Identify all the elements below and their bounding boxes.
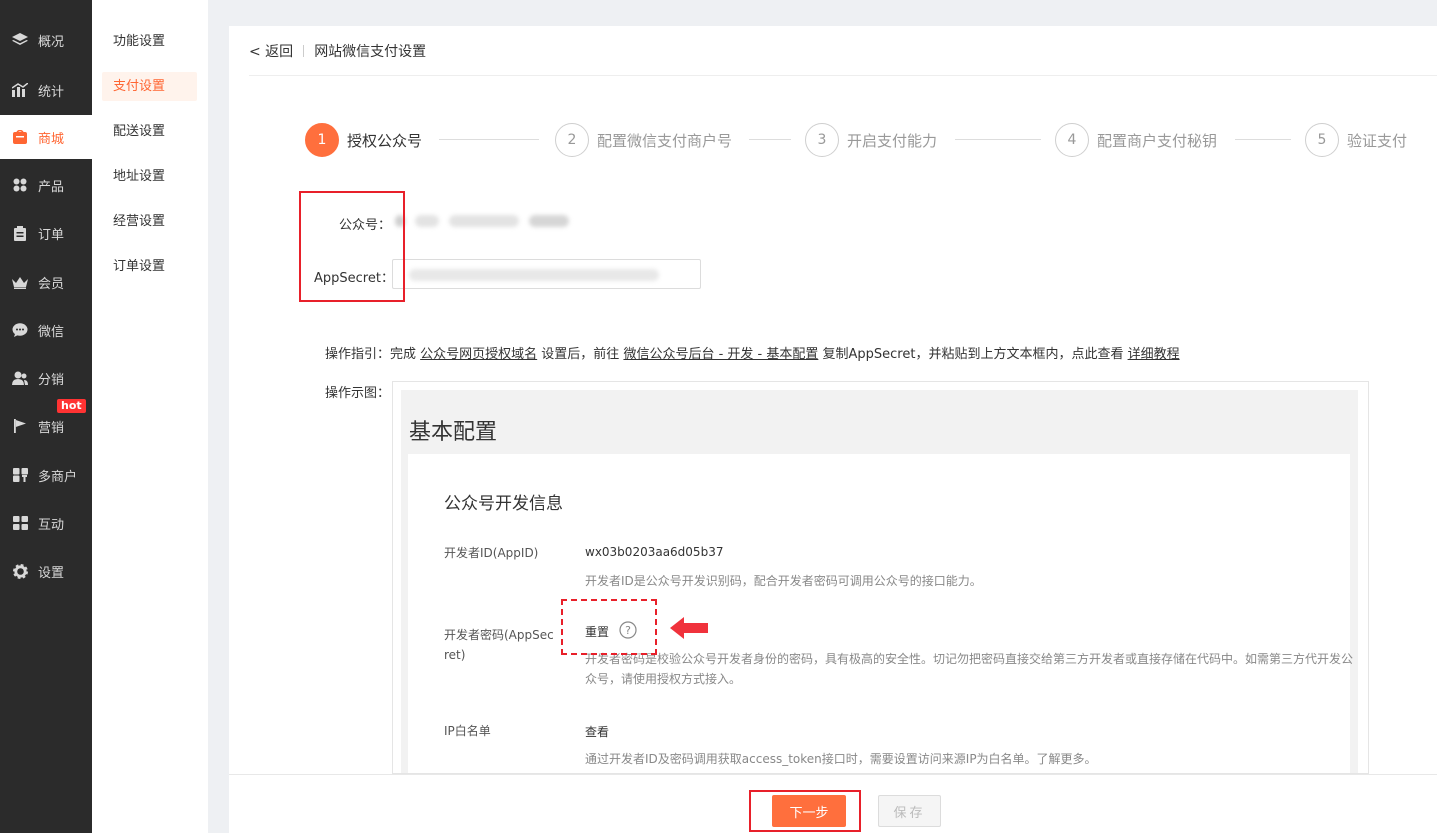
tutorial-link[interactable]: 详细教程 [1128,347,1180,362]
nav-item-label: 产品 [38,179,65,195]
subnav-item-payment[interactable]: 支付设置 [102,72,197,101]
step-progress: 1 授权公众号 2 配置微信支付商户号 3 开启支付能力 4 配置商户支付秘钥 … [305,123,1415,157]
users-icon [12,370,28,386]
step-1: 1 授权公众号 [305,123,422,157]
nav-item-label: 设置 [38,565,65,581]
appid-value: wx03b0203aa6d05b37 [585,545,724,559]
appsecret-row-label: 开发者密码(AppSec ret) [444,628,554,662]
nav-item-label: 多商户 [38,469,78,485]
appid-desc: 开发者ID是公众号开发识别码，配合开发者密码可调用公众号的接口能力。 [585,574,982,588]
nav-item-label: 概况 [38,34,65,50]
breadcrumb: < 返回 网站微信支付设置 [249,26,1437,76]
arrow-left-icon [670,617,710,643]
example-title: 基本配置 [409,420,498,445]
step-2: 2 配置微信支付商户号 [555,123,732,157]
primary-sidebar: 概况 统计 商城 产品 订单 会员 微信 分销 营销 hot 多商户 互动 设置 [0,0,92,833]
guide-text: 设置后，前往 [537,347,624,362]
ip-whitelist-value: 查看 [585,725,610,739]
appsecret-input[interactable] [392,259,701,289]
back-link[interactable]: < 返回 [249,41,293,61]
shop-icon [12,129,28,145]
example-card-title: 公众号开发信息 [444,494,563,514]
nav-item-members[interactable]: 会员 [0,260,92,304]
nav-item-mall[interactable]: 商城 [0,115,92,159]
step-label: 验证支付 [1347,131,1408,150]
step-number: 5 [1305,123,1339,157]
step-4: 4 配置商户支付秘钥 [1055,123,1217,157]
nav-item-label: 商城 [38,131,65,147]
ip-whitelist-label: IP白名单 [444,724,491,738]
step-label: 授权公众号 [347,131,423,150]
layers-icon [12,32,28,48]
nav-item-label: 微信 [38,324,65,340]
subnav-item-function[interactable]: 功能设置 [102,27,197,56]
step-number: 4 [1055,123,1089,157]
guide-label: 操作指引： [325,347,391,362]
step-label: 开启支付能力 [847,131,938,150]
step-connector [439,139,539,140]
example-label: 操作示图： [325,386,391,401]
ip-whitelist-desc: 通过开发者ID及密码调用获取access_token接口时，需要设置访问来源IP… [585,752,1097,766]
step-number: 2 [555,123,589,157]
step-label: 配置商户支付秘钥 [1097,131,1218,150]
clipboard-icon [12,225,28,241]
nav-item-distribution[interactable]: 分销 [0,356,92,400]
hot-badge: hot [57,399,86,413]
grid-icon [12,177,28,193]
flag-icon [12,418,28,434]
guide-text: 复制AppSecret，并粘贴到上方文本框内，点此查看 [818,347,1128,362]
step-number: 3 [805,123,839,157]
nav-item-overview[interactable]: 概况 [0,18,92,62]
subnav-item-business[interactable]: 经营设置 [102,207,197,236]
appsecret-value-blurred [409,269,659,281]
step-number: 1 [305,123,339,157]
crown-icon [12,274,28,290]
next-step-button[interactable]: 下一步 [772,795,846,827]
example-image: 基本配置 公众号开发信息 开发者ID(AppID) wx03b0203aa6d0… [392,381,1369,774]
account-value-blurred [395,208,595,234]
nav-item-settings[interactable]: 设置 [0,549,92,593]
nav-item-interaction[interactable]: 互动 [0,501,92,545]
step-5: 5 验证支付 [1305,123,1407,157]
step-3: 3 开启支付能力 [805,123,937,157]
nav-item-label: 订单 [38,227,65,243]
step-connector [1235,139,1291,140]
nav-item-label: 统计 [38,84,65,100]
wechat-backend-link[interactable]: 微信公众号后台 - 开发 - 基本配置 [623,347,818,362]
highlight-box-reset [561,599,657,655]
oauth-domain-link[interactable]: 公众号网页授权域名 [420,347,537,362]
example-card: 公众号开发信息 开发者ID(AppID) wx03b0203aa6d05b37 … [408,454,1353,773]
chart-icon [12,82,28,98]
operation-guide: 操作指引：完成 公众号网页授权域名 设置后，前往 微信公众号后台 - 开发 - … [325,343,1180,362]
nav-item-wechat[interactable]: 微信 [0,308,92,352]
step-connector [749,139,791,140]
gear-icon [12,563,28,579]
nav-item-multi-merchant[interactable]: 多商户 [0,453,92,497]
guide-text: 完成 [390,347,421,362]
subnav-item-address[interactable]: 地址设置 [102,162,197,191]
page-title: 网站微信支付设置 [314,43,427,60]
save-button[interactable]: 保存 [878,795,941,827]
apps-icon [12,515,28,531]
subnav-item-delivery[interactable]: 配送设置 [102,117,197,146]
nav-item-orders[interactable]: 订单 [0,211,92,255]
highlight-box-form [299,191,405,302]
step-connector [955,139,1041,140]
subnav-item-order[interactable]: 订单设置 [102,252,197,281]
store-icon [12,467,28,483]
nav-item-label: 互动 [38,517,65,533]
secondary-sidebar: 功能设置 支付设置 配送设置 地址设置 经营设置 订单设置 [92,0,208,833]
nav-item-products[interactable]: 产品 [0,163,92,207]
breadcrumb-divider [303,44,305,57]
appsecret-desc: 开发者密码是校验公众号开发者身份的密码，具有极高的安全性。切记勿把密码直接交给第… [585,652,1354,686]
nav-item-label: 分销 [38,372,65,388]
nav-item-label: 营销 [38,420,65,436]
wechat-icon [12,322,28,338]
nav-item-stats[interactable]: 统计 [0,68,92,112]
nav-item-label: 会员 [38,276,65,292]
appid-label: 开发者ID(AppID) [444,546,539,560]
step-label: 配置微信支付商户号 [597,131,733,150]
